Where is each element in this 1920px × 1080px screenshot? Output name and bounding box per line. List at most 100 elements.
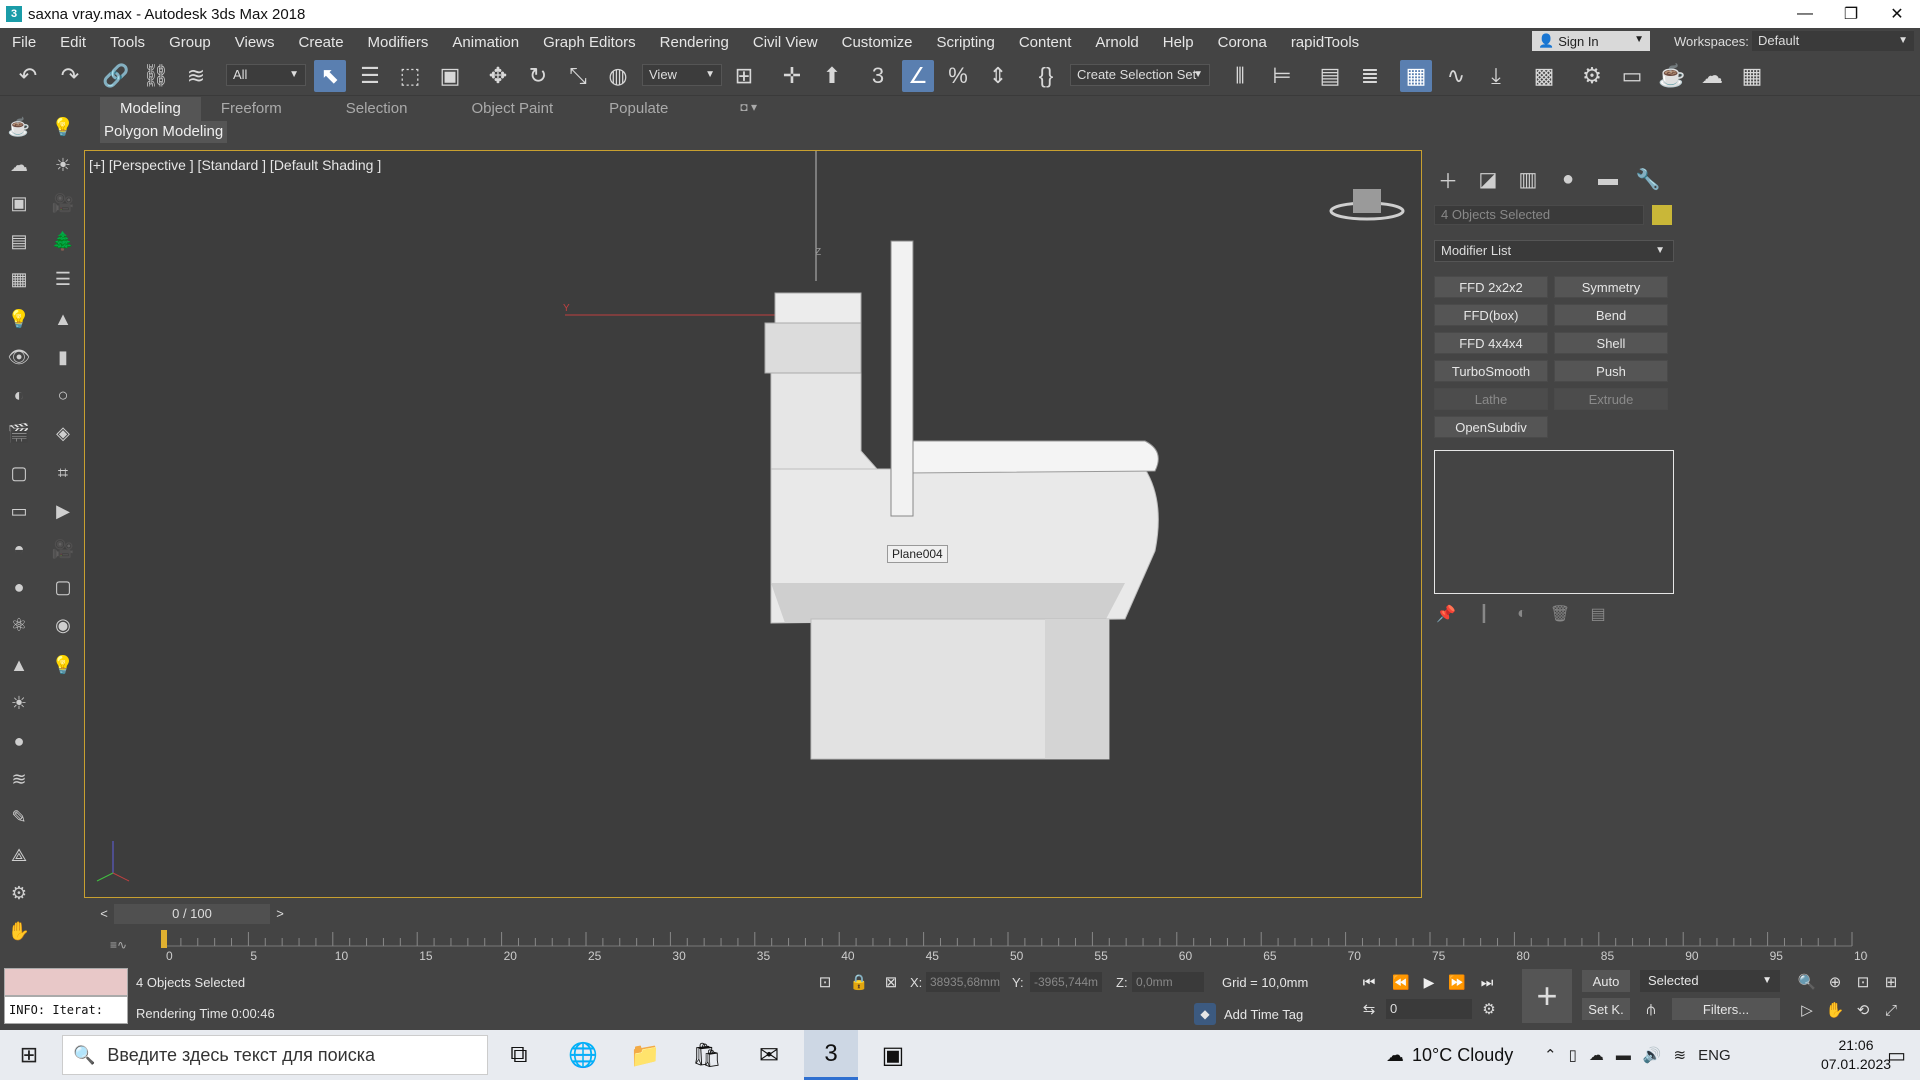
spinner-snap-icon[interactable]: ⇕ bbox=[982, 60, 1014, 92]
modifier-ffd-2x2x2-button[interactable]: FFD 2x2x2 bbox=[1434, 276, 1548, 298]
menu-group[interactable]: Group bbox=[157, 34, 223, 51]
task-view-icon[interactable]: ⧉ bbox=[492, 1030, 546, 1080]
modifier-stack[interactable] bbox=[1434, 450, 1674, 594]
store-icon[interactable]: 🛍 bbox=[680, 1030, 734, 1080]
menu-rapidtools[interactable]: rapidTools bbox=[1279, 34, 1371, 51]
maxscript-input[interactable] bbox=[4, 968, 128, 996]
key-mode-toggle-icon[interactable]: ⇆ bbox=[1358, 998, 1380, 1020]
cloud-icon[interactable]: ☁ bbox=[6, 152, 32, 178]
modifier-ffd-box-button[interactable]: FFD(box) bbox=[1434, 304, 1548, 326]
configure-modifier-sets-icon[interactable]: ▤ bbox=[1586, 602, 1610, 626]
rectangular-selection-icon[interactable]: ⬚ bbox=[394, 60, 426, 92]
app-taskbar-icon[interactable]: ▣ bbox=[866, 1030, 920, 1080]
chevron-up-icon[interactable]: ⌃ bbox=[1544, 1046, 1557, 1064]
snaps-toggle-icon[interactable]: 3 bbox=[862, 60, 894, 92]
object-color-swatch[interactable] bbox=[1652, 205, 1672, 225]
cube-icon[interactable]: ▢ bbox=[6, 460, 32, 486]
maxscript-output[interactable]: INFO: Iterat: bbox=[4, 996, 128, 1024]
phone-icon[interactable]: ▯ bbox=[1569, 1046, 1577, 1064]
reference-coordinate-select[interactable]: View ▼ bbox=[642, 64, 722, 86]
notification-icon[interactable]: ▭ bbox=[1866, 1042, 1906, 1068]
z-coord-field[interactable]: 0,0mm bbox=[1132, 972, 1204, 992]
angle-snap-icon[interactable]: ∠ bbox=[902, 60, 934, 92]
menu-corona[interactable]: Corona bbox=[1206, 34, 1279, 51]
absolute-mode-icon[interactable]: ⊠ bbox=[880, 971, 902, 993]
menu-tools[interactable]: Tools bbox=[98, 34, 157, 51]
close-button[interactable]: ✕ bbox=[1874, 0, 1920, 28]
ribbon-toggle-icon[interactable]: ▦ bbox=[1400, 60, 1432, 92]
eye-icon[interactable]: 👁 bbox=[6, 344, 32, 370]
menu-file[interactable]: File bbox=[0, 34, 48, 51]
render-production-icon[interactable]: ☕ bbox=[1656, 60, 1688, 92]
render-setup-icon[interactable]: ⚙ bbox=[1576, 60, 1608, 92]
camera-icon[interactable]: 🎥 bbox=[50, 190, 76, 216]
auto-key-button[interactable]: Auto bbox=[1582, 970, 1630, 992]
plane-icon[interactable]: ▭ bbox=[6, 498, 32, 524]
list-icon[interactable]: ☰ bbox=[50, 266, 76, 292]
teapot-icon[interactable]: ☕ bbox=[6, 114, 32, 140]
y-coord-field[interactable]: -3965,744m bbox=[1030, 972, 1102, 992]
add-time-tag[interactable]: ◆ Add Time Tag bbox=[1194, 1003, 1303, 1025]
sign-in-dropdown[interactable]: 👤 Sign In ▼ bbox=[1532, 31, 1650, 51]
x-coord-field[interactable]: 38935,68mm bbox=[926, 972, 1000, 992]
mesh-icon[interactable]: ⟁ bbox=[6, 842, 32, 868]
battery-icon[interactable]: ▬ bbox=[1616, 1047, 1631, 1064]
modifier-lathe-button[interactable]: Lathe bbox=[1434, 388, 1548, 410]
menu-graph-editors[interactable]: Graph Editors bbox=[531, 34, 648, 51]
pan-view-icon[interactable]: ✋ bbox=[1824, 999, 1846, 1021]
menu-scripting[interactable]: Scripting bbox=[924, 34, 1006, 51]
rotate-icon[interactable]: ↻ bbox=[522, 60, 554, 92]
edit-named-selection-icon[interactable]: {} bbox=[1030, 60, 1062, 92]
align-icon[interactable]: ⊨ bbox=[1266, 60, 1298, 92]
time-slider-prev-icon[interactable]: < bbox=[94, 904, 114, 924]
tree-icon[interactable]: 🌲 bbox=[50, 228, 76, 254]
make-unique-icon[interactable]: ◐ bbox=[1510, 602, 1534, 626]
modifier-opensubdiv-button[interactable]: OpenSubdiv bbox=[1434, 416, 1548, 438]
zoom-all-icon[interactable]: ⊕ bbox=[1824, 971, 1846, 993]
onedrive-icon[interactable]: ☁ bbox=[1589, 1046, 1604, 1064]
document-icon[interactable]: ▤ bbox=[6, 228, 32, 254]
zoom-extents-icon[interactable]: ⊡ bbox=[1852, 971, 1874, 993]
modifier-bend-button[interactable]: Bend bbox=[1554, 304, 1668, 326]
pin-stack-icon[interactable]: 📌 bbox=[1434, 602, 1458, 626]
layer-explorer-icon[interactable]: ≣ bbox=[1354, 60, 1386, 92]
restore-button[interactable]: ❐ bbox=[1828, 0, 1874, 28]
tab-selection[interactable]: Selection bbox=[302, 97, 428, 121]
isolate-selection-icon[interactable]: ⊡ bbox=[814, 971, 836, 993]
cone-icon[interactable]: ▲ bbox=[6, 652, 32, 678]
teal-box-icon[interactable]: ◈ bbox=[50, 420, 76, 446]
display-tab-icon[interactable]: ▬ bbox=[1592, 164, 1624, 194]
render-in-cloud-icon[interactable]: ☁ bbox=[1696, 60, 1728, 92]
motion-tab-icon[interactable]: ● bbox=[1552, 164, 1584, 194]
menu-create[interactable]: Create bbox=[287, 34, 356, 51]
ring-icon[interactable]: ○ bbox=[50, 382, 76, 408]
menu-rendering[interactable]: Rendering bbox=[648, 34, 741, 51]
select-manipulate-icon[interactable]: ✛ bbox=[776, 60, 808, 92]
gear-sphere-icon[interactable]: ⚙ bbox=[6, 880, 32, 906]
tab-populate[interactable]: Populate bbox=[573, 97, 688, 121]
frame-icon[interactable]: ▢ bbox=[50, 574, 76, 600]
window-crossing-icon[interactable]: ▣ bbox=[434, 60, 466, 92]
globe-icon[interactable]: ◐ bbox=[6, 382, 32, 408]
modifier-symmetry-button[interactable]: Symmetry bbox=[1554, 276, 1668, 298]
undo-icon[interactable]: ↶ bbox=[12, 60, 44, 92]
go-to-start-icon[interactable]: ⏮ bbox=[1358, 971, 1380, 993]
move-icon[interactable]: ✥ bbox=[482, 60, 514, 92]
menu-arnold[interactable]: Arnold bbox=[1083, 34, 1150, 51]
show-end-result-icon[interactable]: ┃ bbox=[1472, 602, 1496, 626]
modifier-list-dropdown[interactable]: Modifier List ▼ bbox=[1434, 240, 1674, 262]
menu-modifiers[interactable]: Modifiers bbox=[356, 34, 441, 51]
time-slider[interactable]: < 0 / 100 > bbox=[94, 904, 290, 924]
tab-freeform[interactable]: Freeform bbox=[201, 97, 302, 121]
maxscript-listener[interactable]: INFO: Iterat: bbox=[4, 968, 128, 1028]
ribbon-options-icon[interactable]: ◘ ▾ bbox=[688, 97, 777, 121]
weather-widget[interactable]: ☁ 10°C Cloudy bbox=[1386, 1030, 1513, 1080]
object-name-field[interactable]: 4 Objects Selected bbox=[1434, 205, 1644, 225]
viewport-label[interactable]: [+] [Perspective ] [Standard ] [Default … bbox=[89, 157, 381, 173]
language-indicator[interactable]: ENG bbox=[1698, 1047, 1731, 1064]
menu-help[interactable]: Help bbox=[1151, 34, 1206, 51]
mirror-icon[interactable]: ⫴ bbox=[1224, 60, 1256, 92]
perspective-viewport[interactable]: [+] [Perspective ] [Standard ] [Default … bbox=[84, 150, 1422, 898]
modifier-turbosmooth-button[interactable]: TurboSmooth bbox=[1434, 360, 1548, 382]
clapboard-icon[interactable]: ▶ bbox=[50, 498, 76, 524]
